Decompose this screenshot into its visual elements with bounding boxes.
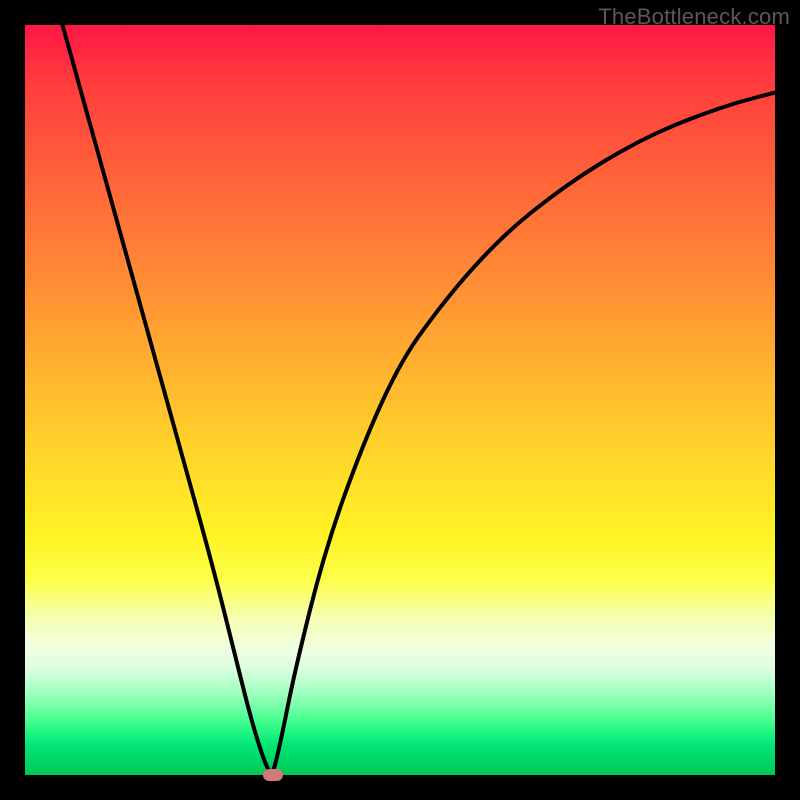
optimal-point-marker bbox=[263, 769, 283, 781]
watermark-text: TheBottleneck.com bbox=[598, 4, 790, 30]
bottleneck-curve bbox=[25, 25, 775, 775]
